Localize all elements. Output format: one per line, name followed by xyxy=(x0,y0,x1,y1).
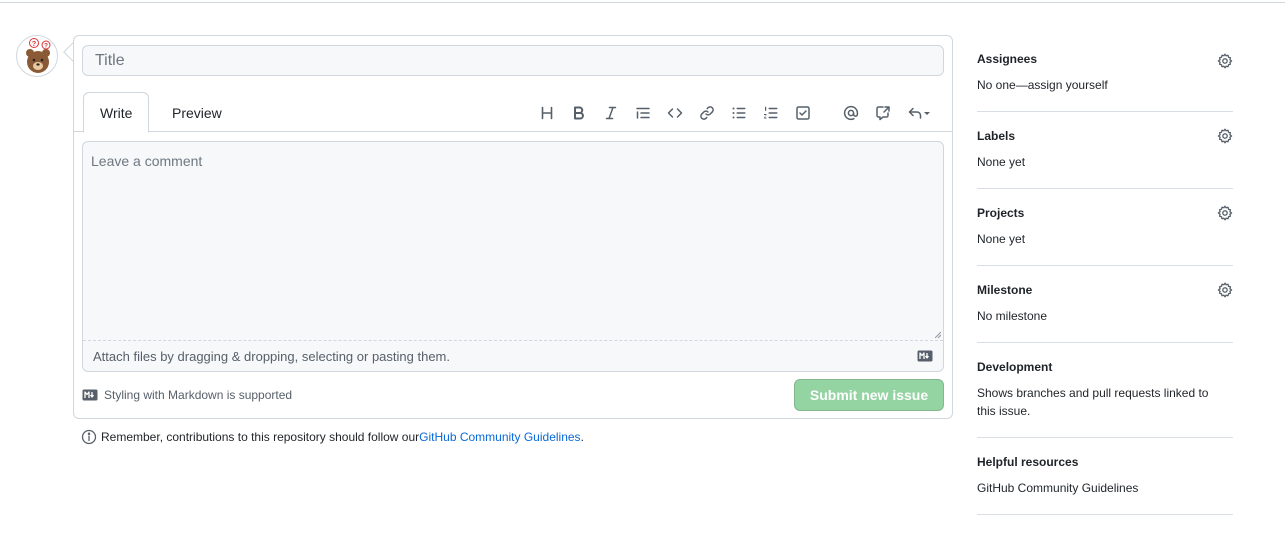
heading-icon[interactable] xyxy=(534,100,560,126)
bold-icon[interactable] xyxy=(566,100,592,126)
sidebar-development-title: Development xyxy=(977,360,1053,374)
task-list-icon[interactable] xyxy=(790,100,816,126)
sidebar-milestone-title: Milestone xyxy=(977,283,1033,297)
sidebar-guidelines-link[interactable]: GitHub Community Guidelines xyxy=(977,479,1233,497)
guidelines-suffix: . xyxy=(580,430,584,444)
assignees-gear-icon[interactable] xyxy=(1217,53,1233,69)
submit-new-issue-button[interactable]: Submit new issue xyxy=(794,379,944,411)
sidebar-helpful-resources: Helpful resources GitHub Community Guide… xyxy=(977,438,1233,515)
quote-icon[interactable] xyxy=(630,100,656,126)
attach-files-text: Attach files by dragging & dropping, sel… xyxy=(93,349,450,364)
sidebar-milestone-value: No milestone xyxy=(977,309,1048,323)
svg-text:?: ? xyxy=(44,43,48,50)
sidebar-milestone: Milestone No milestone xyxy=(977,266,1233,343)
markdown-support-text: Styling with Markdown is supported xyxy=(104,388,293,402)
avatar[interactable]: ? ? xyxy=(16,35,58,77)
resize-grip-icon[interactable] xyxy=(935,332,941,338)
comment-textarea[interactable] xyxy=(83,142,943,340)
info-icon xyxy=(81,429,97,445)
sidebar-projects-title: Projects xyxy=(977,206,1025,220)
sidebar-assignees-title: Assignees xyxy=(977,52,1038,66)
code-icon[interactable] xyxy=(662,100,688,126)
mention-icon[interactable] xyxy=(838,100,864,126)
comment-box: Attach files by dragging & dropping, sel… xyxy=(82,141,944,372)
sidebar-development-value: Shows branches and pull requests linked … xyxy=(977,386,1209,418)
markdown-support-note[interactable]: Styling with Markdown is supported xyxy=(82,385,292,405)
sidebar-labels: Labels None yet xyxy=(977,112,1233,189)
sidebar-projects-value: None yet xyxy=(977,232,1026,246)
cross-reference-icon[interactable] xyxy=(870,100,896,126)
issue-sidebar: Assignees No one—assign yourself Labels … xyxy=(977,35,1233,515)
sidebar-labels-title: Labels xyxy=(977,129,1016,143)
labels-gear-icon[interactable] xyxy=(1217,128,1233,144)
link-icon[interactable] xyxy=(694,100,720,126)
issue-composer: Write Preview xyxy=(73,35,953,419)
editor-tab-bar: Write Preview xyxy=(74,92,952,133)
title-input[interactable] xyxy=(82,45,944,76)
svg-text:?: ? xyxy=(32,41,36,48)
attach-files-bar[interactable]: Attach files by dragging & dropping, sel… xyxy=(83,340,943,371)
tab-write[interactable]: Write xyxy=(83,92,150,133)
ordered-list-icon[interactable] xyxy=(758,100,784,126)
sidebar-helpful-title: Helpful resources xyxy=(977,455,1079,469)
sidebar-development: Development Shows branches and pull requ… xyxy=(977,343,1233,438)
tab-preview[interactable]: Preview xyxy=(155,92,239,133)
milestone-gear-icon[interactable] xyxy=(1217,282,1233,298)
sidebar-projects: Projects None yet xyxy=(977,189,1233,266)
projects-gear-icon[interactable] xyxy=(1217,205,1233,221)
saved-replies-icon[interactable] xyxy=(902,100,936,126)
markdown-icon xyxy=(917,350,933,362)
markdown-icon xyxy=(82,389,98,401)
guidelines-prefix: Remember, contributions to this reposito… xyxy=(101,430,420,444)
sidebar-labels-value: None yet xyxy=(977,155,1026,169)
sidebar-assignees-value[interactable]: No one—assign yourself xyxy=(977,76,1233,94)
italic-icon[interactable] xyxy=(598,100,624,126)
page-top-divider xyxy=(0,2,1285,3)
sidebar-assignees: Assignees No one—assign yourself xyxy=(977,35,1233,112)
unordered-list-icon[interactable] xyxy=(726,100,752,126)
community-guidelines-link[interactable]: GitHub Community Guidelines xyxy=(419,430,580,444)
contribution-guidelines-note: Remember, contributions to this reposito… xyxy=(81,427,584,447)
